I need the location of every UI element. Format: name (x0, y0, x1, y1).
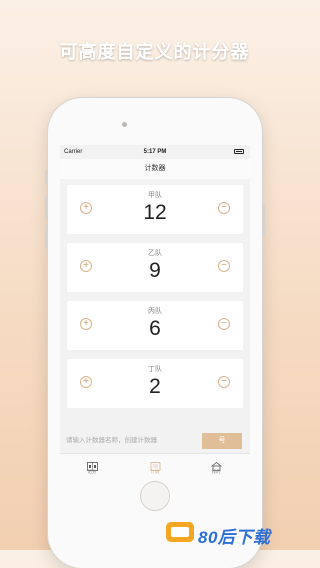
scoreboard-icon (86, 458, 98, 471)
minus-button[interactable]: − (218, 376, 230, 388)
counter-card: + 丁队 2 − (67, 359, 243, 408)
tab-scoreboard[interactable]: 记分 (72, 458, 112, 475)
phone-side-button (45, 170, 48, 184)
counter-name-input[interactable]: 请输入计数器名称，创建计数器 (66, 434, 196, 448)
team-name: 丁队 (148, 366, 162, 373)
minus-button[interactable]: − (218, 202, 230, 214)
team-name: 丙队 (148, 308, 162, 315)
promo-headline: 可高度自定义的计分器 (59, 42, 250, 62)
tab-label: 我的 (211, 469, 221, 474)
tab-label: 计数 (150, 469, 160, 474)
phone-camera (122, 122, 127, 127)
create-button[interactable]: 号 (202, 433, 242, 449)
cassette-icon (166, 522, 194, 542)
nav-title: 计数器 (60, 159, 250, 179)
team-score: 2 (149, 375, 161, 398)
team-name: 乙队 (148, 250, 162, 257)
app-screen: Carrier 5:17 PM 计数器 + 甲队 12 − + 乙队 9 − +… (60, 145, 250, 481)
team-score: 12 (143, 201, 167, 224)
create-counter-bar: 请输入计数器名称，创建计数器 号 (60, 429, 250, 453)
status-time: 5:17 PM (143, 149, 167, 155)
counter-icon (150, 458, 161, 471)
phone-power-button (262, 205, 265, 235)
watermark-text: 80后下载 (198, 528, 271, 547)
minus-button[interactable]: − (218, 318, 230, 330)
phone-volume-up (45, 195, 48, 219)
phone-volume-down (45, 225, 48, 249)
status-bar: Carrier 5:17 PM (60, 145, 250, 159)
counter-card: + 甲队 12 − (67, 185, 243, 234)
tab-counter[interactable]: 计数 (135, 458, 175, 475)
team-name: 甲队 (148, 192, 162, 199)
home-icon (210, 458, 222, 471)
battery-icon (234, 149, 244, 154)
team-score: 9 (149, 259, 161, 282)
team-score: 6 (149, 317, 161, 340)
tab-label: 记分 (87, 469, 97, 474)
phone-home-button (140, 481, 170, 511)
counter-card: + 丙队 6 − (67, 301, 243, 350)
tab-mine[interactable]: 我的 (196, 458, 236, 475)
counter-card: + 乙队 9 − (67, 243, 243, 292)
minus-button[interactable]: − (218, 260, 230, 272)
tab-bar: 记分 计数 我的 (60, 453, 250, 481)
site-watermark: 80后下载 (166, 520, 306, 547)
